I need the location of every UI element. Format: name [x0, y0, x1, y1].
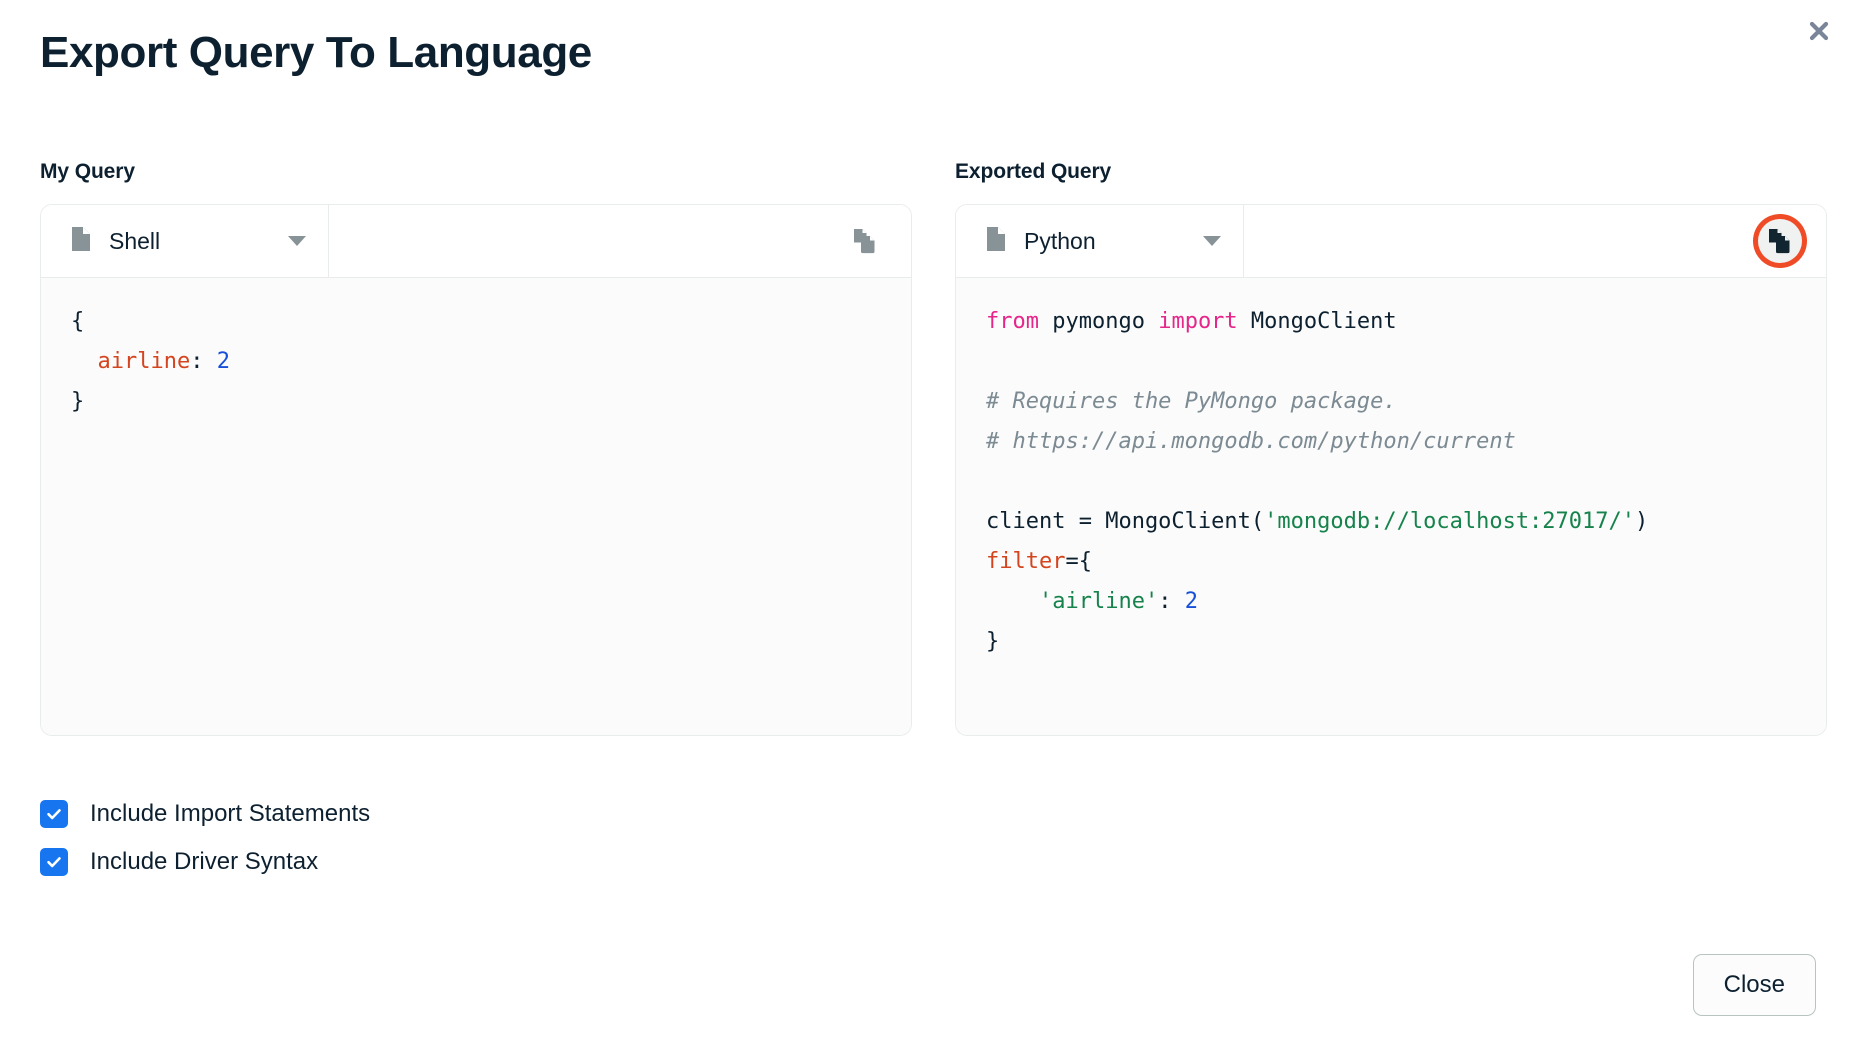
file-icon: [984, 225, 1008, 258]
export-query-dialog: Export Query To Language My Query Shell: [0, 0, 1858, 1064]
option-label: Include Driver Syntax: [90, 848, 318, 876]
code-line: [986, 342, 1796, 382]
checkbox-checked-icon[interactable]: [40, 848, 68, 876]
exported-query-code: from pymongo import MongoClient # Requir…: [956, 278, 1826, 735]
exported-query-toolbar: [1244, 205, 1826, 277]
language-name-python: Python: [1024, 228, 1177, 255]
code-line: {: [71, 302, 881, 342]
my-query-toolbar: [329, 205, 911, 277]
code-line: airline: 2: [71, 342, 881, 382]
code-line: [986, 462, 1796, 502]
exported-query-panel: Python from p: [955, 204, 1827, 736]
exported-query-column: Exported Query Python: [955, 160, 1827, 736]
language-select-shell[interactable]: Shell: [41, 205, 329, 277]
my-query-panel: Shell { airl: [40, 204, 912, 736]
language-select-python[interactable]: Python: [956, 205, 1244, 277]
code-line: }: [71, 382, 881, 422]
exported-query-panel-header: Python: [956, 205, 1826, 278]
option-label: Include Import Statements: [90, 800, 370, 828]
chevron-down-icon: [1203, 236, 1221, 246]
my-query-column: My Query Shell: [40, 160, 912, 736]
page-title: Export Query To Language: [40, 28, 592, 78]
copy-query-button[interactable]: [843, 219, 887, 263]
code-line: # Requires the PyMongo package.: [986, 382, 1796, 422]
chevron-down-icon: [288, 236, 306, 246]
exported-query-label: Exported Query: [955, 160, 1827, 184]
my-query-code: { airline: 2}: [41, 278, 911, 735]
file-icon: [69, 225, 93, 258]
option-include-import-statements[interactable]: Include Import Statements: [40, 800, 370, 828]
code-line: filter={: [986, 542, 1796, 582]
language-name-shell: Shell: [109, 228, 262, 255]
my-query-panel-header: Shell: [41, 205, 911, 278]
option-include-driver-syntax[interactable]: Include Driver Syntax: [40, 848, 370, 876]
copy-exported-query-button[interactable]: [1758, 219, 1802, 263]
export-options: Include Import Statements Include Driver…: [40, 800, 370, 896]
code-line: from pymongo import MongoClient: [986, 302, 1796, 342]
code-line: 'airline': 2: [986, 582, 1796, 622]
code-line: client = MongoClient('mongodb://localhos…: [986, 502, 1796, 542]
checkbox-checked-icon[interactable]: [40, 800, 68, 828]
code-line: # https://api.mongodb.com/python/current: [986, 422, 1796, 462]
close-button[interactable]: Close: [1693, 954, 1816, 1016]
close-x-icon[interactable]: [1802, 14, 1836, 48]
my-query-label: My Query: [40, 160, 912, 184]
code-line: }: [986, 622, 1796, 662]
